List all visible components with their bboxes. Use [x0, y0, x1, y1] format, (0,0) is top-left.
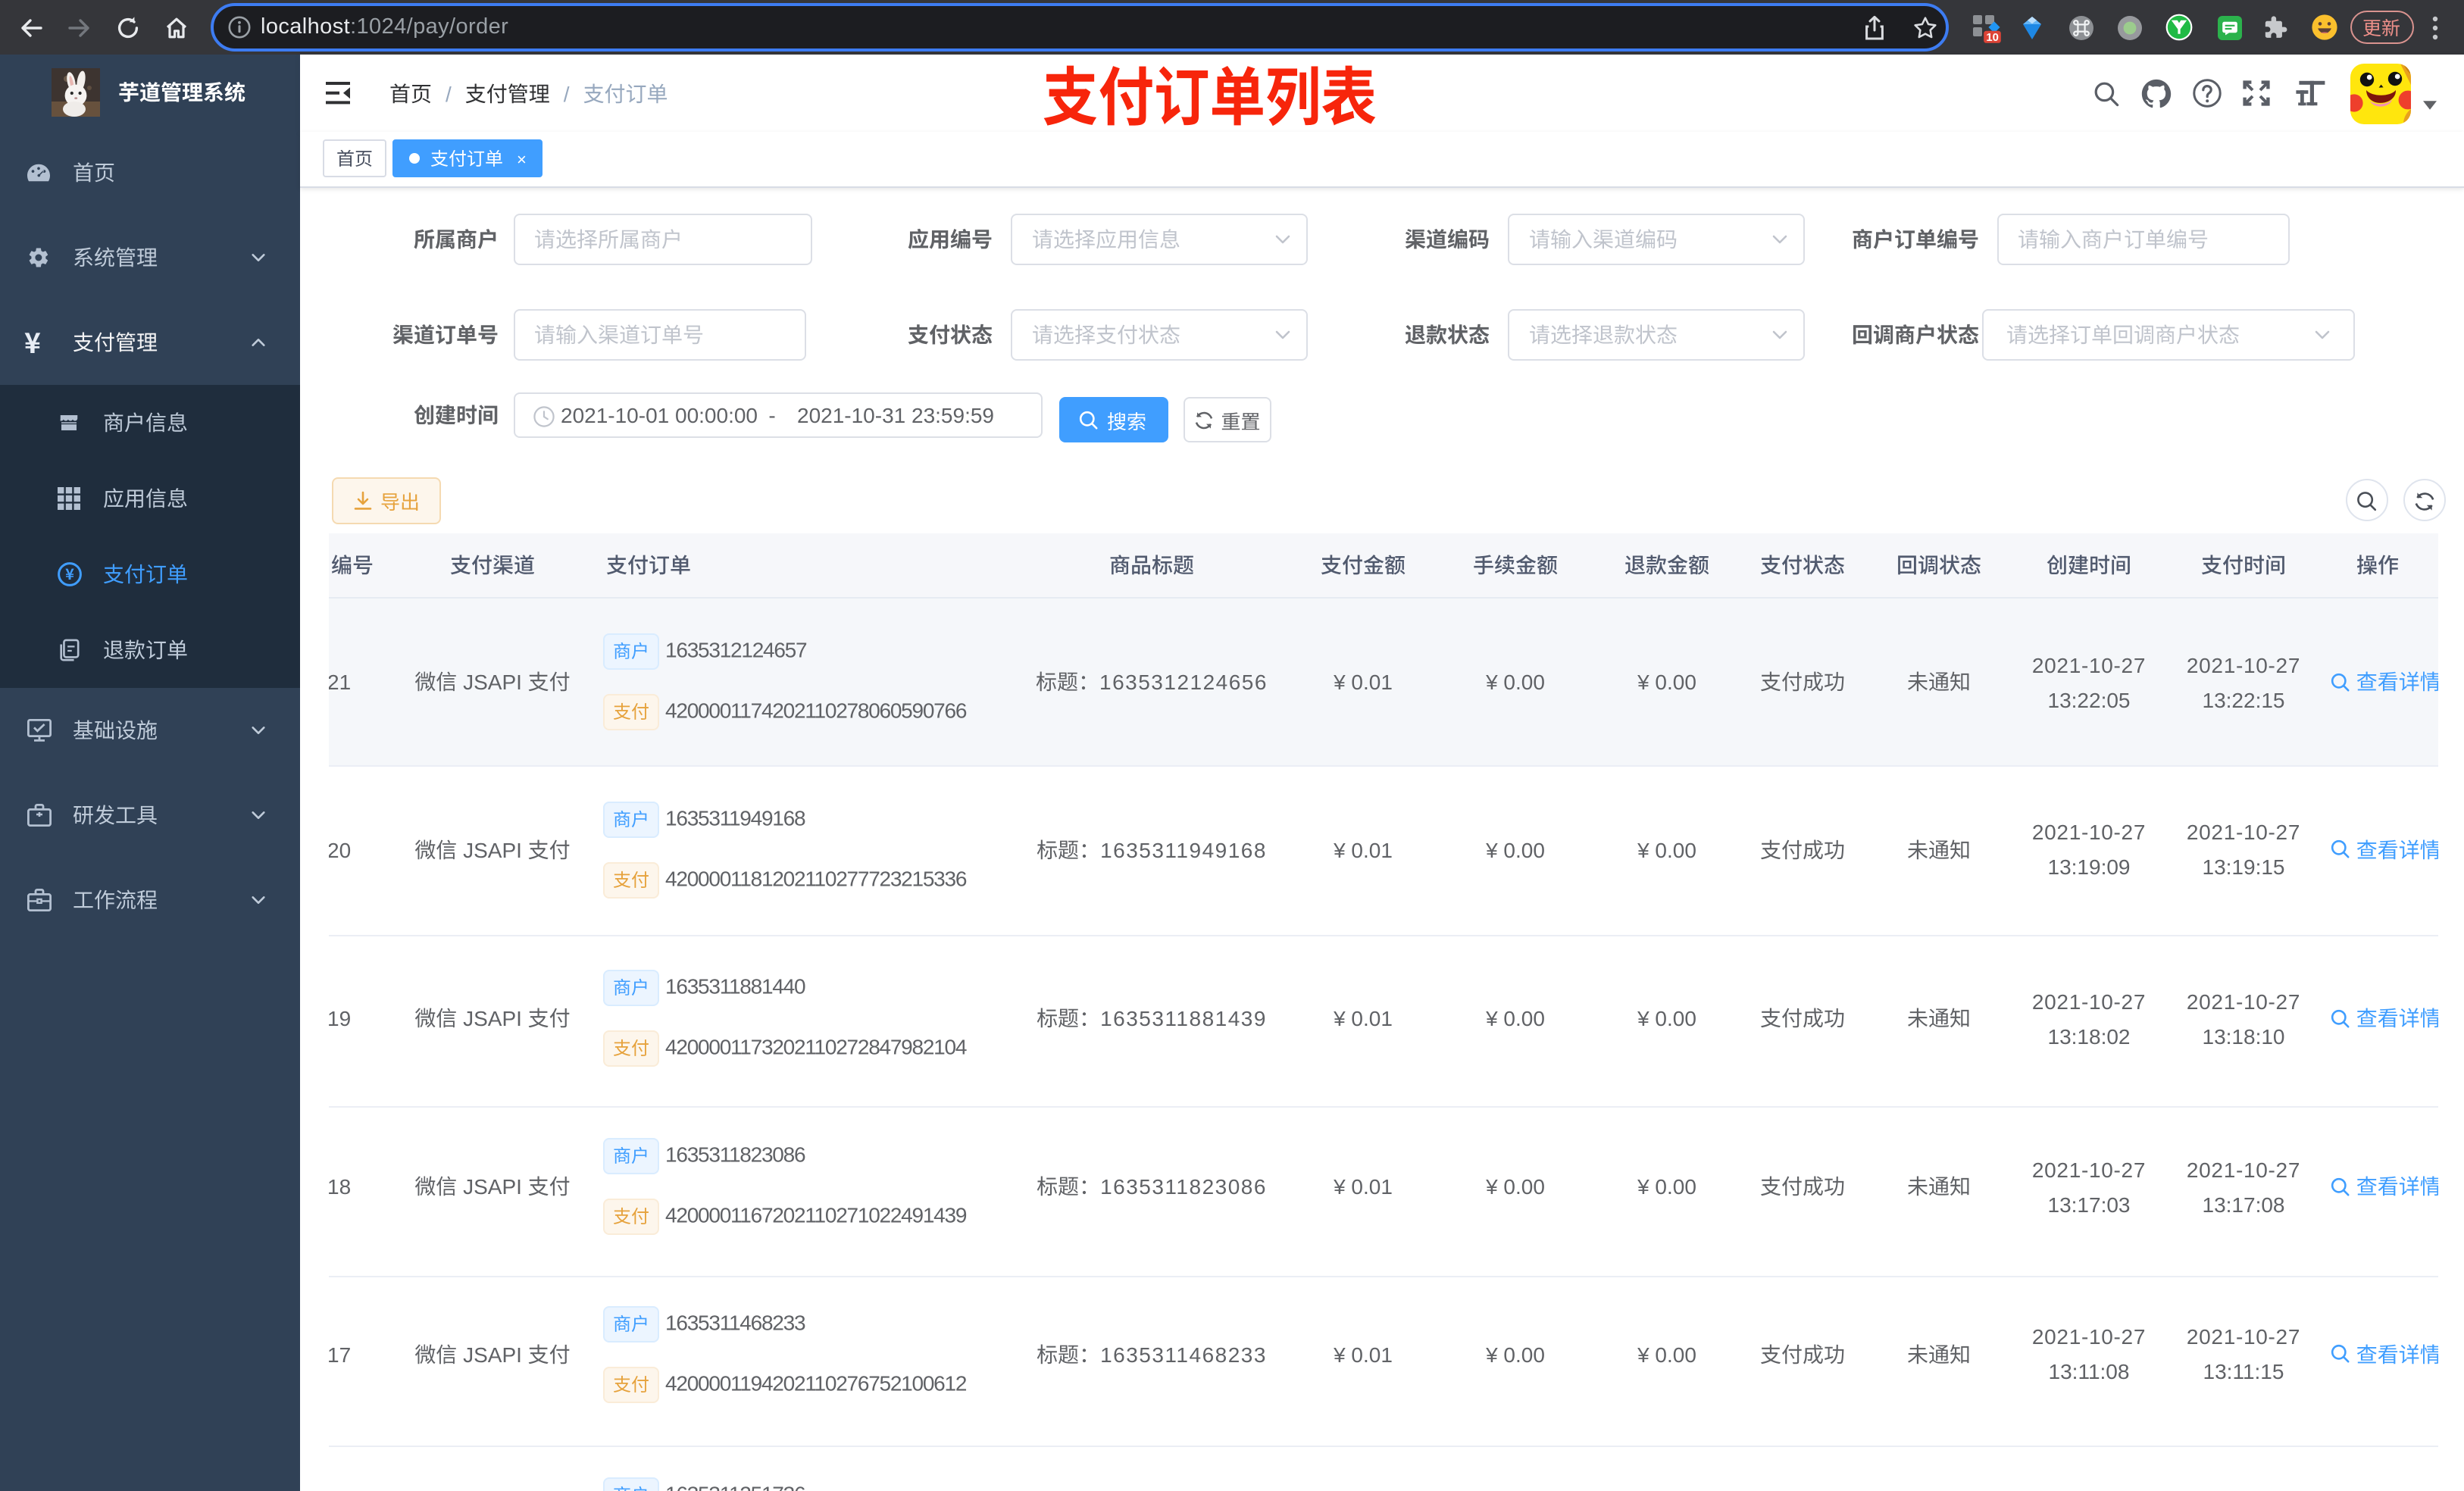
svg-text:10: 10 [1986, 32, 1998, 44]
svg-text:¥: ¥ [65, 562, 74, 584]
